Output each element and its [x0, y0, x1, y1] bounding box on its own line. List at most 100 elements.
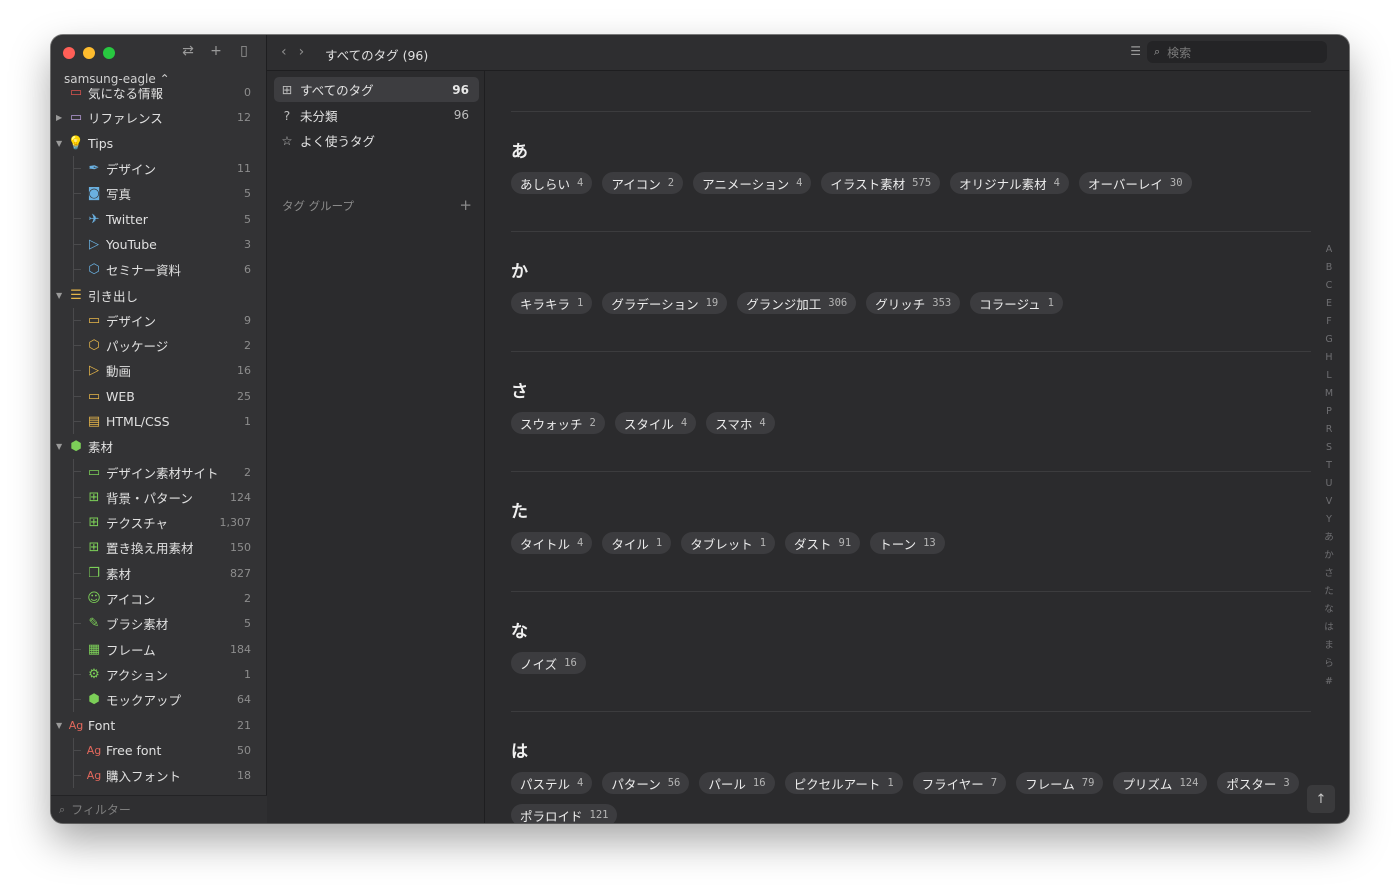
sidebar-item[interactable]: ⬢ モックアップ 64 [51, 687, 267, 713]
disclosure-triangle-icon[interactable]: ▼ [56, 442, 64, 451]
tag-pill[interactable]: アイコン 2 [602, 172, 684, 194]
alpha-index-letter[interactable]: Y [1326, 511, 1332, 529]
disclosure-triangle-icon[interactable]: ▼ [56, 721, 64, 730]
close-window-button[interactable] [63, 47, 75, 59]
alpha-index-letter[interactable]: あ [1324, 529, 1334, 547]
alpha-index-letter[interactable]: L [1326, 367, 1331, 385]
sidebar-item[interactable]: ✒ デザイン 11 [51, 155, 267, 182]
alpha-index-letter[interactable]: V [1326, 493, 1333, 511]
alpha-index-letter[interactable]: M [1325, 385, 1333, 403]
alpha-index-letter[interactable]: は [1324, 619, 1334, 637]
search-input[interactable]: 検索 [1167, 44, 1191, 61]
tag-pill[interactable]: パール 16 [699, 772, 775, 794]
tag-pill[interactable]: ノイズ 16 [511, 652, 586, 674]
tag-filter-item[interactable]: ⊞ すべてのタグ 96 [274, 77, 479, 102]
tag-pill[interactable]: コラージュ 1 [970, 292, 1063, 314]
search-field[interactable]: ⌕ 検索 [1147, 41, 1327, 63]
tag-pill[interactable]: スウォッチ 2 [511, 412, 605, 434]
alpha-index-letter[interactable]: T [1326, 457, 1332, 475]
alpha-index-letter[interactable]: B [1326, 259, 1333, 277]
sidebar-item[interactable]: ▶ ▭ リファレンス 12 [51, 105, 267, 130]
zoom-window-button[interactable] [103, 47, 115, 59]
alpha-index-letter[interactable]: F [1326, 313, 1331, 331]
sidebar-item[interactable]: ▤ HTML/CSS 1 [51, 408, 267, 435]
alpha-index-letter[interactable]: A [1326, 241, 1333, 259]
sidebar-item[interactable]: ❐ 素材 827 [51, 560, 267, 586]
alpha-index-letter[interactable]: た [1324, 583, 1334, 601]
tag-pill[interactable]: グラデーション 19 [602, 292, 728, 314]
alpha-index-letter[interactable]: な [1324, 601, 1334, 619]
sidebar-item[interactable]: ▼ ⬢ 素材 [51, 434, 267, 459]
sidebar-item[interactable]: ▭ 気になる情報 0 [51, 88, 267, 105]
tag-pill[interactable]: オーバーレイ 30 [1078, 172, 1192, 194]
back-arrow-icon[interactable]: ‹ [281, 44, 287, 60]
forward-arrow-icon[interactable]: › [299, 44, 305, 60]
tag-pill[interactable]: あしらい 4 [511, 172, 593, 194]
disclosure-triangle-icon[interactable]: ▼ [56, 139, 64, 148]
sidebar-item[interactable]: ⬡ パッケージ 2 [51, 332, 267, 359]
sidebar-item[interactable]: ▼ ☰ 引き出し [51, 282, 267, 307]
add-tag-group-button[interactable]: + [459, 196, 472, 214]
alpha-index-letter[interactable]: か [1324, 547, 1334, 565]
tag-pill[interactable]: プリズム 124 [1113, 772, 1208, 794]
sidebar-item[interactable]: ▭ デザイン素材サイト 2 [51, 459, 267, 485]
tag-pill[interactable]: アニメーション 4 [693, 172, 812, 194]
sidebar-item[interactable]: ▼ Ag Font 21 [51, 712, 267, 737]
add-icon[interactable]: + [208, 43, 224, 59]
sidebar-item[interactable]: ▷ YouTube 3 [51, 231, 267, 258]
alpha-index-letter[interactable]: ま [1324, 637, 1334, 655]
tag-pill[interactable]: スマホ 4 [706, 412, 775, 434]
sidebar-item[interactable]: ◙ 写真 5 [51, 181, 267, 207]
alpha-index-letter[interactable]: C [1326, 277, 1333, 295]
tag-pill[interactable]: タイトル 4 [511, 532, 593, 554]
alpha-index-letter[interactable]: U [1326, 475, 1333, 493]
sidebar-item[interactable]: ☺ アイコン 2 [51, 585, 267, 612]
tag-pill[interactable]: ピクセルアート 1 [784, 772, 903, 794]
tag-pill[interactable]: ポスター 3 [1217, 772, 1299, 794]
sidebar-item[interactable]: ⚙ アクション 1 [51, 661, 267, 688]
sidebar-item[interactable]: ▭ WEB 25 [51, 383, 267, 409]
tag-pill[interactable]: イラスト素材 575 [821, 172, 941, 194]
tag-pill[interactable]: フライヤー 7 [912, 772, 1007, 794]
swap-icon[interactable]: ⇄ [180, 43, 196, 59]
tag-pill[interactable]: オリジナル素材 4 [950, 172, 1069, 194]
alpha-index-letter[interactable]: # [1325, 673, 1333, 691]
sidebar-item[interactable]: ⊞ 背景・パターン 124 [51, 484, 267, 511]
tag-pill[interactable]: タブレット 1 [681, 532, 776, 554]
tag-pill[interactable]: キラキラ 1 [511, 292, 593, 314]
sidebar-item[interactable]: Ag 購入フォント 18 [51, 763, 267, 789]
tag-pill[interactable]: グリッチ 353 [866, 292, 961, 314]
tag-pill[interactable]: パステル 4 [511, 772, 593, 794]
sidebar-item[interactable]: ⊞ テクスチャ 1,307 [51, 510, 267, 536]
sidebar-toggle-icon[interactable]: ▯ [236, 43, 252, 59]
tag-pill[interactable]: タイル 1 [602, 532, 672, 554]
sidebar-item[interactable]: ▦ フレーム 184 [51, 636, 267, 662]
alpha-index-letter[interactable]: S [1326, 439, 1332, 457]
sidebar-item[interactable]: ▼ 💡 Tips [51, 131, 267, 156]
alpha-index-letter[interactable]: さ [1324, 565, 1334, 583]
sidebar-item[interactable]: ▷ 動画 16 [51, 358, 267, 384]
disclosure-triangle-icon[interactable]: ▶ [56, 113, 64, 122]
tag-filter-item[interactable]: ? 未分類 96 [274, 103, 479, 128]
disclosure-triangle-icon[interactable]: ▼ [56, 291, 64, 300]
filter-bar[interactable]: ⌕ フィルター [51, 795, 267, 823]
alpha-index-letter[interactable]: P [1326, 403, 1332, 421]
tag-pill[interactable]: ポラロイド 121 [511, 804, 618, 823]
sort-icon[interactable]: ☰ [1130, 44, 1141, 58]
library-switcher[interactable]: samsung-eagle ⌃ [64, 72, 170, 86]
sidebar-item[interactable]: ⬡ セミナー資料 6 [51, 257, 267, 283]
tag-filter-item[interactable]: ☆ よく使うタグ [274, 128, 479, 153]
sidebar-item[interactable]: Ag Free font 50 [51, 737, 267, 764]
sidebar-item[interactable]: ✎ ブラシ素材 5 [51, 611, 267, 637]
tag-pill[interactable]: ダスト 91 [785, 532, 861, 554]
tag-pill[interactable]: パターン 56 [602, 772, 690, 794]
tag-pill[interactable]: グランジ加工 306 [737, 292, 857, 314]
filter-input[interactable]: フィルター [71, 801, 131, 818]
sidebar-item[interactable]: ✈ Twitter 5 [51, 206, 267, 232]
tag-pill[interactable]: トーン 13 [870, 532, 945, 554]
alpha-index-letter[interactable]: R [1326, 421, 1333, 439]
alpha-index-letter[interactable]: G [1325, 331, 1332, 349]
tag-pill[interactable]: スタイル 4 [614, 412, 697, 434]
alpha-index-letter[interactable]: ら [1324, 655, 1334, 673]
sidebar-item[interactable]: ▭ デザイン 9 [51, 307, 267, 333]
